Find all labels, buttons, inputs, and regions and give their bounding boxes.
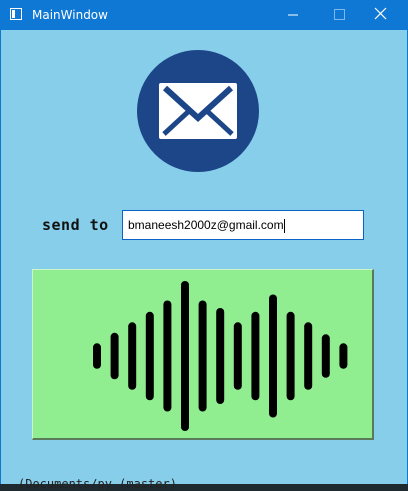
sound-wave-bar <box>128 322 137 390</box>
window-title: MainWindow <box>32 8 108 22</box>
sound-wave-bar <box>321 334 330 378</box>
sound-wave-bar <box>216 308 225 404</box>
mail-envelope-icon <box>137 50 259 172</box>
text-caret <box>283 218 285 233</box>
sound-wave-bar <box>145 311 154 401</box>
maximize-icon <box>334 9 345 20</box>
sound-wave-bar <box>198 300 207 412</box>
main-window: MainWindow send to bmaneesh2000z@gmail.c… <box>0 0 408 491</box>
sound-wave-bar <box>286 311 295 401</box>
send-to-label: send to <box>42 216 109 234</box>
sound-wave-bar <box>110 332 119 380</box>
close-button[interactable] <box>362 0 408 30</box>
mail-badge <box>137 50 259 172</box>
sound-wave-bar <box>339 343 348 369</box>
sound-wave-bar <box>233 322 242 390</box>
voice-record-button[interactable] <box>32 269 374 440</box>
minimize-icon <box>288 14 298 16</box>
close-icon <box>374 7 387 20</box>
email-field[interactable]: bmaneesh2000z@gmail.com <box>122 210 364 240</box>
sound-wave-bar <box>93 343 101 369</box>
maximize-button[interactable] <box>316 0 362 30</box>
sound-wave-bar <box>251 311 260 401</box>
sound-wave-icon <box>93 281 348 431</box>
title-bar[interactable]: MainWindow <box>0 0 408 30</box>
sound-wave-bar <box>269 294 277 418</box>
sound-wave-bar <box>181 281 189 431</box>
client-area: send to bmaneesh2000z@gmail.com <box>1 30 407 484</box>
email-field-value: bmaneesh2000z@gmail.com <box>128 218 284 232</box>
sound-wave-bar <box>163 300 172 412</box>
sound-wave-bar <box>304 322 313 390</box>
minimize-button[interactable] <box>270 0 316 30</box>
app-window-icon <box>10 8 22 20</box>
background-terminal-text: (Documents/py (master) <box>18 477 177 491</box>
